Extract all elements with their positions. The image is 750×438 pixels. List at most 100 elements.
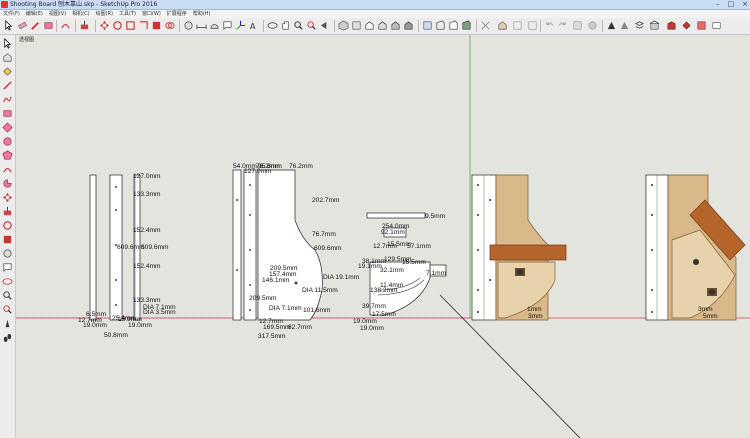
zoom-extents-tool-icon[interactable] bbox=[2, 304, 13, 315]
section-plane-icon[interactable] bbox=[480, 20, 491, 31]
hidden-line-style-icon[interactable] bbox=[448, 20, 459, 31]
dim-label: 133.3mm bbox=[133, 191, 161, 198]
iso-view-icon[interactable] bbox=[338, 20, 349, 31]
3d-text-icon[interactable]: A bbox=[248, 20, 259, 31]
dim-label: 146.1mm bbox=[262, 277, 290, 284]
dim-label: 3mm bbox=[698, 306, 713, 313]
select-icon[interactable] bbox=[2, 38, 13, 49]
pie-icon[interactable] bbox=[2, 178, 13, 189]
components-icon[interactable] bbox=[497, 20, 508, 31]
dim-label: 15.5mm bbox=[387, 241, 411, 248]
push-pull-icon[interactable] bbox=[79, 20, 90, 31]
follow-me-icon[interactable] bbox=[151, 20, 162, 31]
offset-icon[interactable] bbox=[138, 20, 149, 31]
tape-measure-icon[interactable] bbox=[183, 20, 194, 31]
dim-label: 202.7mm bbox=[312, 197, 340, 204]
model-info-icon[interactable] bbox=[572, 20, 583, 31]
undo-icon[interactable] bbox=[544, 20, 555, 31]
move-icon[interactable] bbox=[99, 20, 110, 31]
circle-icon[interactable] bbox=[2, 136, 13, 147]
move-tool-icon[interactable] bbox=[2, 192, 13, 203]
menu-view[interactable]: 视图(V) bbox=[49, 10, 66, 18]
minimize-icon[interactable]: – bbox=[716, 0, 720, 9]
push-pull-tool-icon[interactable] bbox=[2, 206, 13, 217]
menu-help[interactable]: 帮助(H) bbox=[193, 10, 211, 18]
top-view-icon[interactable] bbox=[351, 20, 362, 31]
back-view-icon[interactable] bbox=[390, 20, 401, 31]
menu-camera[interactable]: 相机(C) bbox=[72, 10, 89, 18]
dim-label: 152.4mm bbox=[133, 263, 161, 270]
text-tool-icon[interactable] bbox=[2, 262, 13, 273]
menu-extensions[interactable]: 扩展程序 bbox=[167, 10, 187, 18]
redo-icon[interactable] bbox=[557, 20, 568, 31]
layout-icon[interactable] bbox=[696, 20, 707, 31]
wireframe-style-icon[interactable] bbox=[435, 20, 446, 31]
scale-icon[interactable] bbox=[125, 20, 136, 31]
position-camera-icon[interactable] bbox=[2, 318, 13, 329]
rotated-rectangle-icon[interactable] bbox=[2, 122, 13, 133]
zoom-extents-icon[interactable] bbox=[306, 20, 317, 31]
arc-tool-icon[interactable] bbox=[2, 164, 13, 175]
maximize-icon[interactable]: □ bbox=[728, 0, 735, 9]
menu-window[interactable]: 窗口(W) bbox=[142, 10, 161, 18]
orbit-icon[interactable] bbox=[267, 20, 278, 31]
shadows-icon[interactable] bbox=[606, 20, 617, 31]
left-view-icon[interactable] bbox=[403, 20, 414, 31]
xray-style-icon[interactable] bbox=[422, 20, 433, 31]
materials-icon[interactable] bbox=[512, 20, 523, 31]
right-view-icon[interactable] bbox=[377, 20, 388, 31]
extension-warehouse-icon[interactable] bbox=[666, 20, 677, 31]
arc-icon[interactable] bbox=[60, 20, 71, 31]
intersect-icon[interactable] bbox=[164, 20, 175, 31]
rotate-tool-icon[interactable] bbox=[2, 220, 13, 231]
pan-icon[interactable] bbox=[280, 20, 291, 31]
fog-icon[interactable] bbox=[619, 20, 630, 31]
front-view-icon[interactable] bbox=[364, 20, 375, 31]
dim-label: 152.4mm bbox=[133, 227, 161, 234]
dim-label: 317.5mm bbox=[258, 333, 286, 340]
walk-icon[interactable] bbox=[2, 332, 13, 343]
zoom-icon[interactable] bbox=[293, 20, 304, 31]
tape-measure-tool-icon[interactable] bbox=[2, 248, 13, 259]
main-toolbar: A bbox=[0, 18, 750, 35]
rotate-icon[interactable] bbox=[112, 20, 123, 31]
make-component-icon[interactable] bbox=[2, 52, 13, 63]
outliner-icon[interactable] bbox=[587, 20, 598, 31]
paint-bucket-icon[interactable] bbox=[2, 66, 13, 77]
dim-label: 209.5mm bbox=[249, 295, 277, 302]
dim-label: 609.6mm bbox=[314, 245, 342, 252]
polygon-icon[interactable] bbox=[2, 150, 13, 161]
dim-label: 39.7mm bbox=[362, 303, 386, 310]
rectangle-icon[interactable] bbox=[2, 108, 13, 119]
protractor-icon[interactable] bbox=[209, 20, 220, 31]
menu-tools[interactable]: 工具(T) bbox=[119, 10, 136, 18]
dim-label: DIA 11.5mm bbox=[302, 287, 338, 294]
line-icon[interactable] bbox=[2, 80, 13, 91]
previous-view-icon[interactable] bbox=[319, 20, 330, 31]
orbit-tool-icon[interactable] bbox=[2, 276, 13, 287]
select-arrow-icon[interactable] bbox=[3, 20, 14, 31]
dimension-icon[interactable] bbox=[196, 20, 207, 31]
close-icon[interactable]: × bbox=[742, 0, 748, 9]
drawing-viewport[interactable]: 透视图 127.0mm 133.3mm 609.6mm 609.6mm 152.… bbox=[16, 35, 750, 438]
title-bar: Shooting Board 刨木靠山.skp - SketchUp Pro 2… bbox=[0, 0, 750, 10]
text-icon[interactable] bbox=[222, 20, 233, 31]
shaded-style-icon[interactable] bbox=[461, 20, 472, 31]
menu-draw[interactable]: 绘图(R) bbox=[96, 10, 113, 18]
rectangle-dropdown-icon[interactable] bbox=[43, 20, 54, 31]
zoom-tool-icon[interactable] bbox=[2, 290, 13, 301]
freehand-icon[interactable] bbox=[2, 94, 13, 105]
layers-icon[interactable] bbox=[634, 20, 645, 31]
warehouse-icon[interactable] bbox=[649, 20, 660, 31]
eraser-icon[interactable] bbox=[17, 20, 28, 31]
send-to-layout-icon[interactable] bbox=[711, 20, 722, 31]
dim-label: 19.0mm bbox=[360, 325, 384, 332]
follow-me-tool-icon[interactable] bbox=[2, 234, 13, 245]
dim-label: 101.6mm bbox=[303, 307, 331, 314]
menu-file[interactable]: 文件(F) bbox=[3, 10, 20, 18]
styles-icon[interactable] bbox=[527, 20, 538, 31]
axes-icon[interactable] bbox=[235, 20, 246, 31]
menu-edit[interactable]: 编辑(E) bbox=[26, 10, 43, 18]
share-model-icon[interactable] bbox=[681, 20, 692, 31]
pencil-icon[interactable] bbox=[30, 20, 41, 31]
